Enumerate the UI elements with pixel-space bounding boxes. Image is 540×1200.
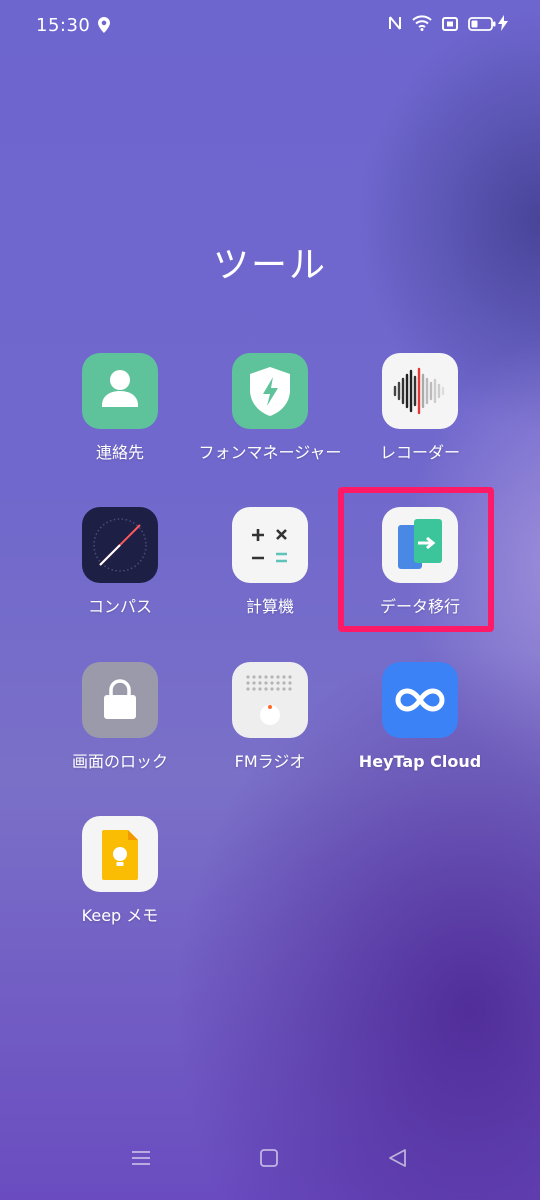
home-icon[interactable] (259, 1148, 279, 1172)
folder-title: ツール (212, 245, 327, 286)
app-label: レコーダー (379, 443, 460, 462)
calculator-icon (232, 507, 308, 583)
compass-icon (82, 507, 158, 583)
app-label: FMラジオ (234, 752, 306, 771)
app-phone-manager[interactable]: フォンマネージャー (195, 353, 345, 463)
app-compass[interactable]: コンパス (45, 507, 195, 617)
location-icon (98, 17, 110, 37)
navigation-bar (0, 1130, 540, 1200)
wifi-icon (412, 15, 432, 35)
app-contacts[interactable]: 連絡先 (45, 353, 195, 463)
app-label: コンパス (87, 597, 152, 616)
app-label: 画面のロック (71, 752, 168, 771)
status-bar: 15:30 (0, 0, 540, 52)
lock-icon (82, 662, 158, 738)
app-data-transfer[interactable]: データ移行 (345, 507, 495, 617)
app-recorder[interactable]: レコーダー (345, 353, 495, 463)
recorder-icon (382, 353, 458, 429)
app-label: 連絡先 (95, 443, 144, 462)
sim-icon (442, 16, 458, 35)
fm-radio-icon (232, 662, 308, 738)
battery-icon (468, 16, 496, 35)
app-keep-notes[interactable]: Keep メモ (45, 816, 195, 926)
app-label: フォンマネージャー (198, 443, 342, 462)
menu-icon[interactable] (130, 1148, 152, 1172)
app-screen-lock[interactable]: 画面のロック (45, 662, 195, 772)
app-heytap-cloud[interactable]: HeyTap Cloud (345, 662, 495, 772)
app-label: データ移行 (379, 597, 460, 616)
contacts-icon (82, 353, 158, 429)
back-icon[interactable] (387, 1148, 409, 1172)
keep-notes-icon (82, 816, 158, 892)
charging-icon (498, 15, 508, 35)
app-fm-radio[interactable]: FMラジオ (195, 662, 345, 772)
app-label: HeyTap Cloud (358, 752, 482, 771)
app-label: Keep メモ (81, 906, 159, 925)
data-transfer-icon (382, 507, 458, 583)
nfc-icon (388, 15, 402, 35)
app-calculator[interactable]: 計算機 (195, 507, 345, 617)
phone-manager-icon (232, 353, 308, 429)
heytap-cloud-icon (382, 662, 458, 738)
app-label: 計算機 (245, 597, 294, 616)
status-time: 15:30 (36, 15, 91, 36)
